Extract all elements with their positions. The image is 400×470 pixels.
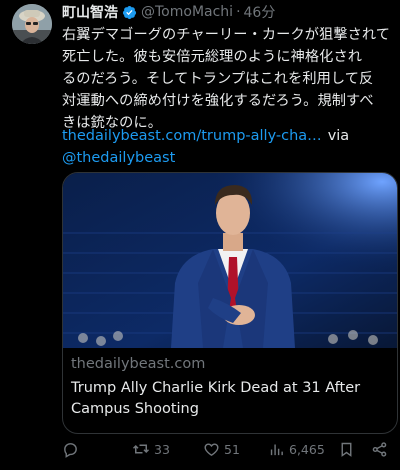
reply-button[interactable] (62, 438, 79, 460)
post-text-line: 対運動への締め付けを強化するだろう。規制すべ (62, 93, 374, 109)
post-text-line: 死亡した。彼も安倍元総理のように神格化され (62, 49, 363, 65)
avatar-image (12, 4, 52, 44)
repost-icon (132, 444, 150, 454)
card-title: Trump Ally Charlie Kirk Dead at 31 After… (71, 378, 391, 420)
post-timestamp[interactable]: 46分 (244, 2, 276, 22)
card-title-line: Trump Ally Charlie Kirk Dead at 31 After (71, 380, 361, 396)
bookmark-button[interactable] (338, 438, 355, 460)
like-icon (204, 442, 219, 456)
user-handle[interactable]: @TomoMachi (141, 4, 233, 20)
repost-button[interactable]: 33 (132, 438, 170, 460)
repost-count: 33 (154, 441, 170, 457)
like-button[interactable]: 51 (203, 438, 240, 460)
card-title-line: Campus Shooting (71, 401, 199, 417)
via-text: via (327, 128, 350, 144)
post-text: 右翼デマゴーグのチャーリー・カークが狙撃されて 死亡した。彼も安倍元総理のように… (62, 24, 396, 134)
link-preview-card[interactable]: thedailybeast.com Trump Ally Charlie Kir… (62, 172, 398, 434)
bookmark-icon (341, 442, 352, 457)
views-button[interactable]: 6,465 (268, 438, 325, 460)
post-actions-bar: 33 51 6,465 (62, 438, 396, 460)
mention-link[interactable]: @thedailybeast (62, 147, 175, 169)
post-text-line: 右翼デマゴーグのチャーリー・カークが狙撃されて (62, 27, 391, 43)
card-domain: thedailybeast.com (71, 356, 206, 372)
article-link[interactable]: thedailybeast.com/trump-ally-cha… (62, 128, 322, 144)
share-icon (372, 441, 387, 457)
like-count: 51 (224, 441, 240, 457)
card-image[interactable] (63, 173, 397, 348)
verified-badge-icon (122, 5, 137, 19)
reply-icon (64, 442, 77, 458)
display-name[interactable]: 町山智浩 (62, 2, 118, 22)
avatar[interactable] (12, 4, 52, 44)
card-photo (63, 173, 397, 348)
views-icon (270, 444, 283, 455)
post-text-line: るのだろう。そしてトランプはこれを利用して反 (62, 71, 374, 87)
views-count: 6,465 (289, 441, 325, 457)
share-button[interactable] (371, 438, 388, 460)
post-link-line: thedailybeast.com/trump-ally-cha… via (62, 125, 396, 147)
post-header: 町山智浩 @TomoMachi · 46分 (62, 2, 275, 22)
separator-dot: · (236, 4, 241, 20)
